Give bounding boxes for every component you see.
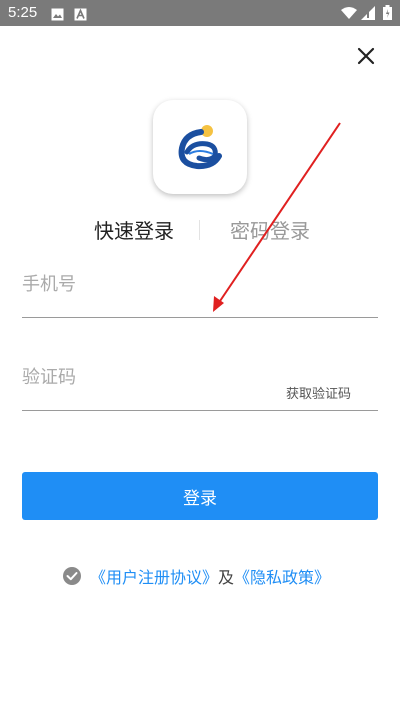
tab-divider: [199, 220, 200, 240]
image-icon: [51, 6, 64, 21]
app-logo: [153, 100, 247, 194]
tab-password-login[interactable]: 密码登录: [230, 217, 310, 245]
agreement-row: 《用户注册协议》 及 《隐私政策》: [62, 565, 330, 587]
signal-icon: [361, 5, 375, 24]
tab-quick-login[interactable]: 快速登录: [94, 217, 174, 245]
app-logo-icon: [178, 125, 222, 170]
status-bar: 5:25: [0, 0, 400, 26]
code-underline: [22, 410, 378, 411]
phone-underline: [22, 317, 378, 318]
a-badge-icon: [74, 6, 87, 21]
phone-input[interactable]: [22, 270, 378, 298]
close-icon: [357, 47, 375, 65]
battery-icon: [383, 5, 392, 24]
privacy-policy-link[interactable]: 《隐私政策》: [234, 564, 330, 588]
wifi-icon: [341, 5, 357, 24]
status-time: 5:25: [8, 4, 38, 21]
agreement-conjunction: 及: [218, 568, 235, 587]
check-circle-icon[interactable]: [62, 566, 82, 586]
login-button[interactable]: 登录: [22, 472, 378, 520]
close-button[interactable]: [354, 44, 378, 68]
user-agreement-link[interactable]: 《用户注册协议》: [90, 564, 218, 588]
get-code-button[interactable]: 获取验证码: [286, 386, 351, 404]
verification-code-input[interactable]: [22, 363, 272, 391]
